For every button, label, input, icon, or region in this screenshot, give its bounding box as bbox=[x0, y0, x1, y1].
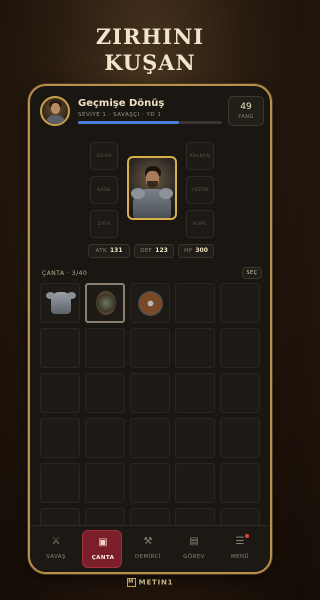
inventory-slot[interactable] bbox=[220, 418, 260, 458]
stat-hp-value: 300 bbox=[195, 247, 208, 254]
xp-bar-fill bbox=[78, 121, 179, 124]
select-button[interactable]: SEÇ bbox=[242, 267, 262, 279]
inventory-slot[interactable] bbox=[85, 373, 125, 413]
stat-hp-label: HP bbox=[184, 248, 193, 254]
slot-ring[interactable]: YÜZÜK bbox=[186, 176, 214, 204]
profile-header: Geçmişe Dönüş SEVİYE 1 · SAVAŞÇI · YD 1 … bbox=[40, 96, 264, 130]
menu-icon: ☰ bbox=[235, 536, 245, 547]
inventory-slot[interactable] bbox=[85, 418, 125, 458]
headline-line-1: ZIRHINI bbox=[95, 24, 205, 49]
inventory-slot[interactable] bbox=[220, 328, 260, 368]
inventory-slot[interactable] bbox=[40, 463, 80, 503]
stat-def: DEF 123 bbox=[134, 244, 174, 258]
stat-atk-label: ATK bbox=[95, 248, 107, 254]
inventory-slot[interactable] bbox=[130, 283, 170, 323]
inventory-title: ÇANTA · 3/40 bbox=[42, 270, 88, 277]
slot-armor[interactable]: ZIRH bbox=[90, 210, 118, 238]
inventory-slot[interactable] bbox=[85, 328, 125, 368]
nav-item-label: GÖREV bbox=[183, 554, 205, 560]
anvil-icon: ⚒ bbox=[143, 536, 153, 547]
amulet-item-icon bbox=[96, 291, 116, 315]
slot-earring[interactable]: KUPE bbox=[186, 210, 214, 238]
inventory-slot[interactable] bbox=[220, 283, 260, 323]
inventory-slot[interactable] bbox=[130, 328, 170, 368]
inventory-slot[interactable] bbox=[130, 373, 170, 413]
inventory-grid bbox=[40, 283, 265, 548]
inventory-slot[interactable] bbox=[175, 328, 215, 368]
slot-weapon[interactable]: SİLAH bbox=[90, 142, 118, 170]
stat-def-value: 123 bbox=[155, 247, 168, 254]
brand-name: METIN1 bbox=[138, 578, 174, 587]
nav-item-2[interactable]: ▣ ÇANTA bbox=[82, 530, 122, 568]
headline-line-2: KUŞAN bbox=[104, 50, 196, 75]
character-portrait[interactable] bbox=[127, 156, 177, 220]
inventory-header: ÇANTA · 3/40 SEÇ bbox=[42, 267, 262, 281]
character-name: Geçmişe Dönüş bbox=[78, 98, 165, 109]
inventory-slot[interactable] bbox=[130, 463, 170, 503]
inventory-slot[interactable] bbox=[40, 283, 80, 323]
scroll-icon: ▤ bbox=[189, 536, 199, 547]
slot-shield[interactable]: KALKAN bbox=[186, 142, 214, 170]
stat-hp: HP 300 bbox=[178, 244, 214, 258]
stat-atk: ATK 131 bbox=[88, 244, 130, 258]
nav-item-label: MENÜ bbox=[231, 554, 249, 560]
currency-label: YANG bbox=[238, 114, 254, 120]
currency-badge: 49 YANG bbox=[228, 96, 264, 126]
nav-item-4[interactable]: ▤ GÖREV bbox=[174, 530, 214, 568]
brand-logo-icon: M bbox=[126, 578, 136, 587]
stat-atk-value: 131 bbox=[109, 247, 123, 254]
nav-item-3[interactable]: ⚒ DEMİRCİ bbox=[128, 530, 168, 568]
inventory-slot[interactable] bbox=[175, 463, 215, 503]
crossed-swords-icon: ⚔ bbox=[51, 536, 61, 547]
nav-item-label: SAVAŞ bbox=[46, 554, 66, 560]
armor-item-icon bbox=[46, 292, 76, 314]
inventory-slot[interactable] bbox=[130, 418, 170, 458]
inventory-slot[interactable] bbox=[220, 463, 260, 503]
inventory-slot[interactable] bbox=[175, 283, 215, 323]
brand-footer: M METIN1 bbox=[0, 578, 300, 587]
nav-item-label: DEMİRCİ bbox=[135, 554, 161, 560]
inventory-slot[interactable] bbox=[220, 373, 260, 413]
nav-item-5[interactable]: ☰ MENÜ bbox=[220, 530, 260, 568]
xp-bar bbox=[78, 121, 222, 124]
notification-dot bbox=[245, 534, 249, 538]
bottom-nav: ⚔ SAVAŞ ▣ ÇANTA ⚒ DEMİRCİ ▤ GÖREV ☰ MENÜ bbox=[30, 525, 270, 572]
shield-item-icon bbox=[138, 291, 163, 316]
inventory-slot[interactable] bbox=[40, 328, 80, 368]
character-subtitle: SEVİYE 1 · SAVAŞÇI · YD 1 bbox=[78, 112, 162, 118]
stat-def-label: DEF bbox=[140, 248, 153, 254]
nav-item-label: ÇANTA bbox=[91, 555, 115, 561]
phone-frame: Geçmişe Dönüş SEVİYE 1 · SAVAŞÇI · YD 1 … bbox=[28, 84, 272, 574]
inventory-slot[interactable] bbox=[85, 463, 125, 503]
inventory-slot[interactable] bbox=[175, 373, 215, 413]
inventory-slot[interactable] bbox=[175, 418, 215, 458]
inventory-slot[interactable] bbox=[40, 373, 80, 413]
inventory-slot[interactable] bbox=[40, 418, 80, 458]
avatar[interactable] bbox=[40, 96, 70, 126]
nav-item-1[interactable]: ⚔ SAVAŞ bbox=[36, 530, 76, 568]
inventory-slot[interactable] bbox=[85, 283, 125, 323]
currency-value: 49 bbox=[240, 102, 252, 112]
headline: ZIRHINI KUŞAN bbox=[0, 24, 300, 76]
slot-helmet[interactable]: KASK bbox=[90, 176, 118, 204]
bag-icon: ▣ bbox=[98, 537, 108, 548]
